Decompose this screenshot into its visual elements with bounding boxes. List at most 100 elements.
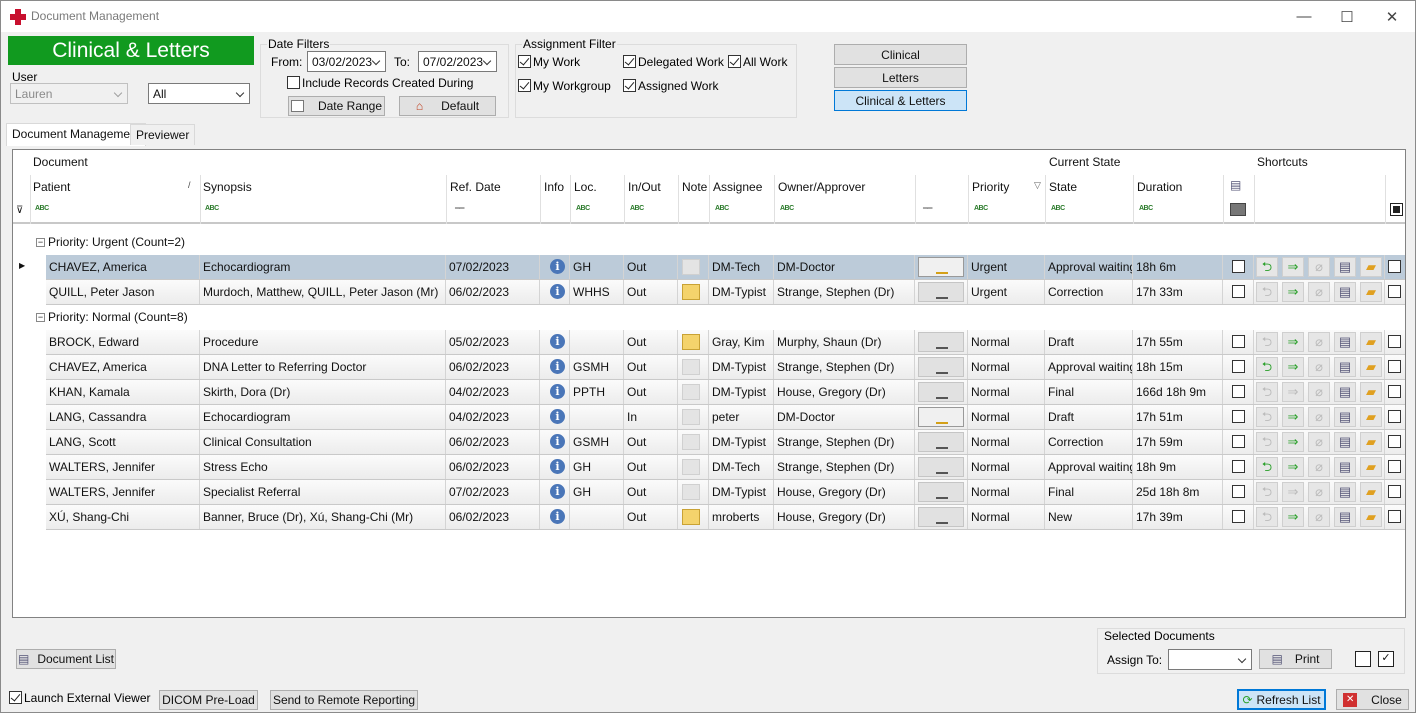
print-icon[interactable]: ▤ bbox=[1334, 432, 1356, 452]
filter-inout-icon[interactable]: ABC bbox=[630, 205, 644, 212]
info-icon[interactable]: i bbox=[550, 384, 565, 399]
table-row[interactable]: XÚ, Shang-Chi Banner, Bruce (Dr), Xú, Sha… bbox=[46, 505, 1405, 530]
filter-icon[interactable]: ⊽ bbox=[16, 205, 23, 216]
filter-synopsis-icon[interactable]: ABC bbox=[205, 205, 219, 212]
undo-icon[interactable]: ⮌ bbox=[1256, 357, 1278, 377]
undo-icon[interactable]: ⮌ bbox=[1256, 507, 1278, 527]
attach-icon[interactable]: ⌀ bbox=[1308, 257, 1330, 277]
select-all-checkbox[interactable] bbox=[1390, 203, 1403, 216]
filter-owner-icon[interactable]: ABC bbox=[780, 205, 794, 212]
row-select-checkbox[interactable] bbox=[1388, 335, 1401, 348]
note-icon[interactable] bbox=[682, 284, 700, 300]
attach-icon[interactable]: ⌀ bbox=[1308, 432, 1330, 452]
col-inout[interactable]: In/Out bbox=[628, 180, 661, 194]
default-button[interactable]: ⌂ Default bbox=[399, 96, 496, 116]
row-select-checkbox[interactable] bbox=[1388, 435, 1401, 448]
folder-icon[interactable]: ▰ bbox=[1360, 282, 1382, 302]
forward-icon[interactable]: ⇒ bbox=[1282, 257, 1304, 277]
undo-icon[interactable]: ⮌ bbox=[1256, 482, 1278, 502]
col-info[interactable]: Info bbox=[544, 180, 564, 194]
to-date[interactable]: 07/02/2023 bbox=[418, 51, 497, 72]
edit-document-button[interactable] bbox=[918, 332, 964, 352]
refresh-list-button[interactable]: ⟳ Refresh List bbox=[1237, 689, 1326, 710]
deselect-all-checkbox[interactable] bbox=[1355, 651, 1371, 667]
print-icon[interactable]: ▤ bbox=[1334, 332, 1356, 352]
row-flag-checkbox[interactable] bbox=[1232, 385, 1245, 398]
folder-icon[interactable]: ▰ bbox=[1360, 332, 1382, 352]
filter-loc-icon[interactable]: ABC bbox=[576, 205, 590, 212]
edit-document-button[interactable] bbox=[918, 382, 964, 402]
forward-icon[interactable]: ⇒ bbox=[1282, 432, 1304, 452]
from-date[interactable]: 03/02/2023 bbox=[307, 51, 386, 72]
forward-icon[interactable]: ⇒ bbox=[1282, 282, 1304, 302]
undo-icon[interactable]: ⮌ bbox=[1256, 332, 1278, 352]
row-flag-checkbox[interactable] bbox=[1232, 410, 1245, 423]
undo-icon[interactable]: ⮌ bbox=[1256, 382, 1278, 402]
table-row[interactable]: BROCK, Edward Procedure 05/02/2023 i Out Gray… bbox=[46, 330, 1405, 355]
forward-icon[interactable]: ⇒ bbox=[1282, 457, 1304, 477]
print-icon[interactable]: ▤ bbox=[1334, 507, 1356, 527]
row-flag-checkbox[interactable] bbox=[1232, 510, 1245, 523]
filter-print-icon[interactable] bbox=[1230, 203, 1246, 216]
row-select-checkbox[interactable] bbox=[1388, 460, 1401, 473]
print-icon[interactable]: ▤ bbox=[1334, 407, 1356, 427]
col-priority[interactable]: Priority bbox=[972, 180, 1009, 194]
note-icon[interactable] bbox=[682, 409, 700, 425]
group-header-normal[interactable]: − Priority: Normal (Count=8) bbox=[33, 305, 1405, 330]
launch-viewer-checkbox[interactable] bbox=[9, 691, 22, 704]
folder-icon[interactable]: ▰ bbox=[1360, 407, 1382, 427]
col-assignee[interactable]: Assignee bbox=[713, 180, 762, 194]
filter-state-icon[interactable]: ABC bbox=[1051, 205, 1065, 212]
table-row[interactable]: WALTERS, Jennifer Specialist Referral 07/0… bbox=[46, 480, 1405, 505]
note-icon[interactable] bbox=[682, 484, 700, 500]
row-select-checkbox[interactable] bbox=[1388, 285, 1401, 298]
undo-icon[interactable]: ⮌ bbox=[1256, 257, 1278, 277]
filter-assignee-icon[interactable]: ABC bbox=[715, 205, 729, 212]
row-select-checkbox[interactable] bbox=[1388, 485, 1401, 498]
clinical-button[interactable]: Clinical bbox=[834, 44, 967, 65]
tab-document-management[interactable]: Document Management bbox=[6, 123, 147, 146]
print-button[interactable]: ▤ Print bbox=[1259, 649, 1332, 669]
filter-priority-icon[interactable]: ABC bbox=[974, 205, 988, 212]
print-icon[interactable]: ▤ bbox=[1334, 282, 1356, 302]
folder-icon[interactable]: ▰ bbox=[1360, 432, 1382, 452]
print-icon[interactable]: ▤ bbox=[1334, 357, 1356, 377]
print-icon[interactable]: ▤ bbox=[1334, 382, 1356, 402]
attach-icon[interactable]: ⌀ bbox=[1308, 282, 1330, 302]
folder-icon[interactable]: ▰ bbox=[1360, 482, 1382, 502]
clinical-letters-button[interactable]: Clinical & Letters bbox=[834, 90, 967, 111]
close-button[interactable]: ✕ Close bbox=[1336, 689, 1409, 710]
info-icon[interactable]: i bbox=[550, 434, 565, 449]
forward-icon[interactable]: ⇒ bbox=[1282, 332, 1304, 352]
edit-document-button[interactable] bbox=[918, 407, 964, 427]
folder-icon[interactable]: ▰ bbox=[1360, 257, 1382, 277]
row-flag-checkbox[interactable] bbox=[1232, 435, 1245, 448]
row-flag-checkbox[interactable] bbox=[1232, 260, 1245, 273]
edit-document-button[interactable] bbox=[918, 482, 964, 502]
select-all-docs-checkbox[interactable]: ✓ bbox=[1378, 651, 1394, 667]
forward-icon[interactable]: ⇒ bbox=[1282, 382, 1304, 402]
folder-icon[interactable]: ▰ bbox=[1360, 507, 1382, 527]
filter-duration-icon[interactable]: ABC bbox=[1139, 205, 1153, 212]
row-flag-checkbox[interactable] bbox=[1232, 285, 1245, 298]
info-icon[interactable]: i bbox=[550, 409, 565, 424]
col-owner[interactable]: Owner/Approver bbox=[778, 180, 865, 194]
info-icon[interactable]: i bbox=[550, 284, 565, 299]
table-row[interactable]: WALTERS, Jennifer Stress Echo 06/02/2023 i G… bbox=[46, 455, 1405, 480]
attach-icon[interactable]: ⌀ bbox=[1308, 407, 1330, 427]
col-duration[interactable]: Duration bbox=[1137, 180, 1182, 194]
edit-document-button[interactable] bbox=[918, 432, 964, 452]
attach-icon[interactable]: ⌀ bbox=[1308, 457, 1330, 477]
forward-icon[interactable]: ⇒ bbox=[1282, 357, 1304, 377]
row-select-checkbox[interactable] bbox=[1388, 410, 1401, 423]
group-header-urgent[interactable]: − Priority: Urgent (Count=2) bbox=[33, 230, 1405, 255]
undo-icon[interactable]: ⮌ bbox=[1256, 432, 1278, 452]
assign-to-select[interactable] bbox=[1168, 649, 1252, 670]
all-work-checkbox[interactable] bbox=[728, 55, 741, 68]
info-icon[interactable]: i bbox=[550, 459, 565, 474]
undo-icon[interactable]: ⮌ bbox=[1256, 407, 1278, 427]
assigned-work-checkbox[interactable] bbox=[623, 79, 636, 92]
delegated-work-checkbox[interactable] bbox=[623, 55, 636, 68]
attach-icon[interactable]: ⌀ bbox=[1308, 357, 1330, 377]
collapse-icon[interactable]: − bbox=[36, 313, 45, 322]
